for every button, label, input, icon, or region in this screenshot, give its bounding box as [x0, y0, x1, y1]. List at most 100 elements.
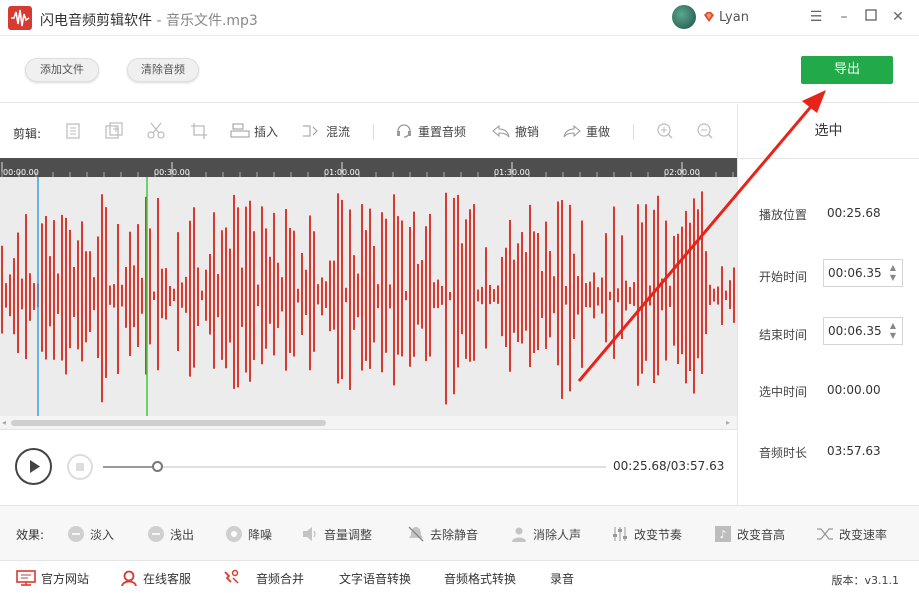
fade-out-button[interactable]: 浅出	[147, 524, 194, 544]
speed-icon	[817, 528, 833, 540]
scroll-right-icon[interactable]: ▸	[726, 418, 730, 427]
remove-vocals-button[interactable]: 消除人声	[510, 524, 581, 544]
end-time-stepper[interactable]: ▲ ▼	[887, 321, 899, 341]
playback-position-value: 00:25.68	[827, 206, 881, 220]
official-website-link[interactable]: 官方网站	[16, 570, 89, 586]
minimize-icon[interactable]: –	[836, 9, 852, 25]
file-name: 音乐文件.mp3	[165, 13, 258, 29]
audio-merge-label: 音频合并	[256, 571, 305, 586]
format-convert-link[interactable]: 音频格式转换	[444, 570, 516, 586]
copy-icon[interactable]	[64, 122, 84, 140]
end-time-value: 00:06.35	[828, 324, 882, 338]
toolbar-divider	[633, 124, 634, 140]
undo-button[interactable]: 撤销	[491, 122, 539, 140]
clear-audio-button[interactable]: 清除音频	[127, 58, 199, 82]
app-name: 闪电音频剪辑软件	[40, 13, 152, 29]
change-speed-label: 改变速率	[839, 527, 888, 542]
denoise-label: 降噪	[248, 527, 273, 542]
footer-bar: 官方网站 在线客服 音频合并 文字语音转换 音频格式转换 录音 版本：v3.1.…	[0, 562, 919, 593]
change-speed-button[interactable]: 改变速率	[816, 524, 887, 544]
zoom-in-icon[interactable]	[655, 122, 675, 140]
remove-silence-label: 去除静音	[430, 527, 479, 542]
add-file-button[interactable]: 添加文件	[25, 58, 99, 82]
change-tempo-label: 改变节奏	[634, 527, 683, 542]
username[interactable]: Lyan	[719, 10, 749, 25]
paste-icon[interactable]	[104, 122, 124, 140]
horizontal-scrollbar[interactable]: ◂ ▸	[0, 416, 737, 430]
effects-bar: 效果: 淡入 浅出 降噪 音量调整 去除静音 消除人声 改变节奏 ♪ 改变音高 …	[0, 505, 919, 561]
export-button[interactable]: 导出	[801, 56, 893, 84]
scroll-left-icon[interactable]: ◂	[2, 418, 6, 427]
redo-label: 重做	[586, 124, 611, 139]
volume-adjust-label: 音量调整	[324, 527, 373, 542]
mix-button[interactable]: 混流	[302, 122, 350, 140]
fade-in-label: 淡入	[90, 527, 115, 542]
audio-merge-link[interactable]: 音频合并	[221, 569, 305, 586]
start-time-stepper[interactable]: ▲ ▼	[887, 263, 899, 283]
end-time-input[interactable]: 00:06.35 ▲ ▼	[823, 317, 903, 345]
tick-label: 00:00.00	[3, 168, 39, 177]
seek-handle[interactable]	[152, 461, 164, 472]
window-title: 闪电音频剪辑软件 - 音乐文件.mp3	[40, 10, 258, 30]
record-link[interactable]: 录音	[550, 570, 574, 586]
change-tempo-button[interactable]: 改变节奏	[611, 524, 682, 544]
change-pitch-button[interactable]: ♪ 改变音高	[714, 524, 785, 544]
format-convert-label: 音频格式转换	[444, 571, 517, 586]
waveform	[1, 177, 735, 416]
version-label: 版本：v3.1.1	[831, 574, 900, 587]
denoise-button[interactable]: 降噪	[225, 524, 272, 544]
play-button[interactable]	[15, 448, 52, 485]
cut-icon[interactable]	[146, 122, 166, 140]
tick-label: 01:00.00	[324, 168, 360, 177]
stop-button[interactable]	[67, 454, 93, 480]
denoise-icon	[226, 526, 242, 542]
record-label: 录音	[550, 571, 575, 586]
online-support-link[interactable]: 在线客服	[120, 570, 191, 586]
pitch-icon: ♪	[715, 526, 731, 542]
text-to-speech-link[interactable]: 文字语音转换	[339, 570, 411, 586]
mix-label: 混流	[326, 124, 351, 139]
maximize-icon[interactable]	[863, 9, 879, 25]
selected-duration-label: 选中时间	[759, 385, 808, 399]
fade-in-button[interactable]: 淡入	[67, 524, 114, 544]
selection-panel: 选中 播放位置 00:25.68 开始时间 00:06.35 ▲ ▼ 结束时间 0…	[737, 104, 919, 505]
menu-icon[interactable]: ☰	[808, 9, 824, 25]
fade-out-icon	[148, 526, 164, 542]
tick-label: 01:30.00	[494, 168, 530, 177]
play-icon	[30, 460, 40, 473]
effects-label: 效果:	[16, 528, 45, 542]
reset-audio-button[interactable]: 重置音频	[394, 122, 466, 140]
seek-bar[interactable]	[103, 461, 606, 472]
undo-icon	[492, 124, 510, 138]
merge-icon	[224, 569, 239, 584]
start-time-input[interactable]: 00:06.35 ▲ ▼	[823, 259, 903, 287]
audio-duration-label: 音频时长	[759, 446, 808, 460]
start-time-label: 开始时间	[759, 270, 808, 284]
edit-toolbar: 剪辑: 插入 混流 重置音频 撤销 重做	[0, 104, 737, 158]
app-window: 闪电音频剪辑软件 - 音乐文件.mp3 Lyan ☰ – ✕ 添加文件 清除音频…	[0, 0, 919, 593]
title-bar: 闪电音频剪辑软件 - 音乐文件.mp3 Lyan ☰ – ✕	[0, 0, 919, 36]
ruler-ticks	[1, 162, 734, 177]
remove-vocals-label: 消除人声	[533, 527, 582, 542]
tempo-icon	[613, 527, 627, 541]
insert-button[interactable]: 插入	[230, 122, 278, 140]
close-icon[interactable]: ✕	[890, 9, 906, 25]
crop-icon[interactable]	[189, 122, 209, 140]
fade-out-label: 浅出	[170, 527, 195, 542]
redo-button[interactable]: 重做	[562, 122, 610, 140]
tick-label: 00:30.00	[154, 168, 190, 177]
toolbar-divider	[373, 124, 374, 140]
toolbar-label: 剪辑:	[13, 127, 42, 141]
audio-duration-value: 03:57.63	[827, 444, 881, 458]
remove-silence-button[interactable]: 去除静音	[407, 524, 478, 544]
volume-adjust-button[interactable]: 音量调整	[301, 524, 372, 544]
official-website-label: 官方网站	[41, 571, 90, 586]
avatar[interactable]	[672, 5, 696, 29]
timeline-ruler[interactable]: 00:00.00 00:30.00 01:00.00 01:30.00 02:0…	[0, 158, 737, 177]
undo-label: 撤销	[515, 124, 540, 139]
zoom-out-icon[interactable]	[695, 122, 715, 140]
mute-icon	[408, 526, 424, 542]
insert-icon	[230, 123, 250, 138]
scrollbar-thumb[interactable]	[11, 420, 326, 426]
waveform-area[interactable]	[0, 177, 737, 416]
